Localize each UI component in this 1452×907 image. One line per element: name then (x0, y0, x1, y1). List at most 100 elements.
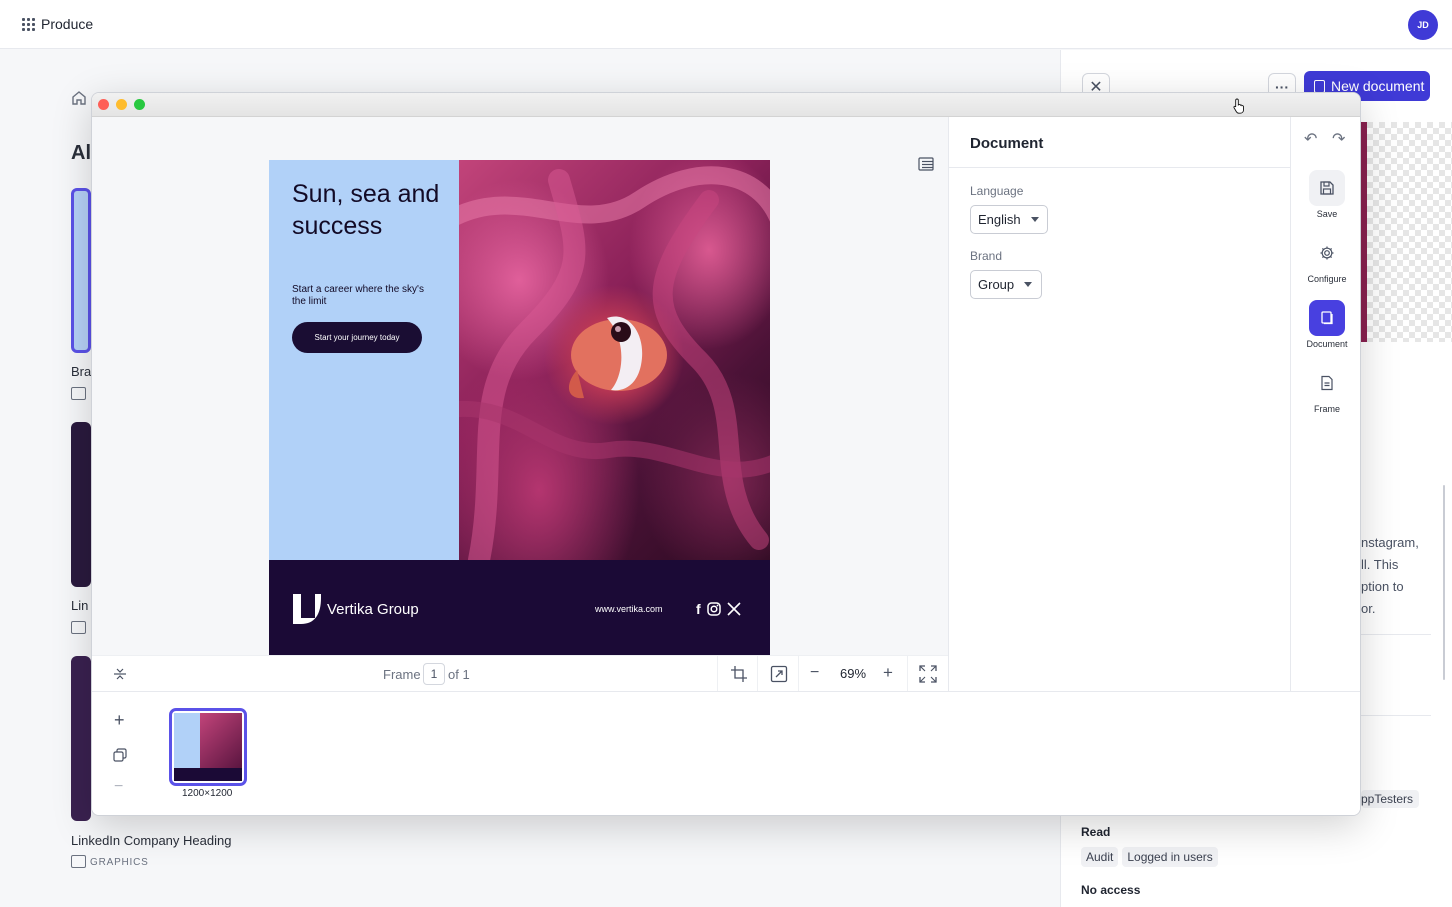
language-label: Language (970, 184, 1024, 198)
design-brand-name[interactable]: Vertika Group (327, 601, 419, 618)
design-headline[interactable]: Sun, sea and success (292, 178, 442, 242)
description-line: ption to (1361, 579, 1404, 594)
design-social-icons: f (696, 602, 741, 617)
zoom-out-button[interactable]: − (810, 664, 819, 682)
image-icon (71, 387, 86, 400)
facebook-icon: f (696, 601, 701, 617)
user-avatar[interactable]: JD (1408, 10, 1438, 40)
read-permission-heading: Read (1081, 825, 1111, 839)
app-title: Produce (41, 16, 94, 32)
divider (798, 656, 799, 692)
image-icon (71, 855, 86, 868)
brand-label: Brand (970, 249, 1003, 263)
description-line: ll. This (1361, 557, 1399, 572)
image-icon (71, 621, 86, 634)
asset-card[interactable] (71, 656, 91, 821)
frame-label-rail: Frame (1313, 404, 1340, 414)
add-frame-button[interactable]: + (114, 710, 125, 731)
frame-total-label: of 1 (448, 667, 470, 682)
document-tab-button[interactable]: Document (1291, 300, 1360, 349)
asset-description: nstagram, ll. This ption to or. (1361, 532, 1419, 620)
document-label: Document (1306, 339, 1348, 349)
window-maximize-button[interactable] (134, 99, 145, 110)
chevron-down-icon (1030, 217, 1039, 222)
permission-tag: Logged in users (1122, 847, 1218, 867)
duplicate-frame-icon[interactable] (113, 748, 127, 762)
design-text-panel: Sun, sea and success Start a career wher… (269, 160, 459, 560)
frame-tab-button[interactable]: Frame (1291, 365, 1360, 414)
divider (757, 656, 758, 692)
resize-icon[interactable] (770, 665, 788, 683)
read-permission-tags: Audit Logged in users (1081, 847, 1218, 867)
gear-icon (1320, 246, 1334, 260)
crop-icon[interactable] (730, 665, 748, 683)
save-icon (1320, 181, 1334, 195)
design-footer: Vertika Group www.vertika.com f (269, 560, 770, 661)
configure-button[interactable]: Configure (1291, 235, 1360, 284)
brand-value: Group (978, 277, 1015, 292)
scrollbar[interactable] (1443, 485, 1445, 680)
asset-card-label: LinkedIn Company Heading (71, 833, 232, 848)
divider (907, 656, 908, 692)
document-icon (1321, 311, 1333, 325)
divider (1361, 715, 1431, 716)
asset-card[interactable] (71, 422, 91, 587)
design-subline[interactable]: Start a career where the sky's the limit (292, 284, 432, 308)
save-label: Save (1316, 209, 1338, 219)
remove-frame-button[interactable]: − (114, 778, 123, 796)
document-icon (1314, 79, 1325, 93)
apps-grid-icon[interactable] (22, 18, 35, 31)
frame-size-label: 1200×1200 (182, 788, 233, 799)
layers-icon[interactable] (918, 157, 934, 171)
undo-icon[interactable]: ↶ (1304, 129, 1317, 149)
asset-type-label: GRAPHICS (90, 857, 149, 868)
vertika-logo-icon (293, 594, 321, 624)
redo-icon[interactable]: ↷ (1332, 129, 1345, 149)
canvas-toolbar: Frame 1 of 1 − 69% + (92, 655, 948, 692)
frame-label: Frame (383, 667, 421, 682)
frame-thumbnail[interactable] (169, 708, 247, 786)
frame-number-input[interactable]: 1 (423, 663, 445, 685)
divider (717, 656, 718, 692)
configure-label: Configure (1307, 274, 1347, 284)
description-line: nstagram, (1361, 535, 1419, 550)
home-icon[interactable] (71, 90, 87, 106)
language-value: English (978, 212, 1021, 227)
page-heading: Al (71, 142, 91, 164)
description-line: or. (1361, 601, 1376, 616)
window-titlebar (92, 93, 1360, 117)
hand-cursor-icon (1233, 98, 1244, 114)
permission-tag: Audit (1081, 847, 1119, 867)
editor-window: Sun, sea and success Start a career wher… (91, 92, 1361, 816)
brand-select[interactable]: Group (970, 270, 1042, 299)
panel-title: Document (970, 135, 1044, 152)
design-website[interactable]: www.vertika.com (595, 604, 663, 614)
editor-side-rail: ↶ ↷ Save Configure Document Frame (1290, 117, 1360, 691)
document-panel: Document Language English Brand Group (948, 117, 1291, 691)
asset-preview (1361, 122, 1452, 342)
divider (949, 167, 1291, 168)
design-frame[interactable]: Sun, sea and success Start a career wher… (269, 160, 770, 661)
fit-height-icon[interactable] (112, 666, 128, 682)
frame-icon (1321, 375, 1333, 391)
divider (1361, 634, 1431, 635)
asset-card[interactable] (71, 188, 91, 353)
top-bar: Produce JD (0, 0, 1452, 49)
language-select[interactable]: English (970, 205, 1048, 234)
instagram-icon (706, 602, 721, 616)
frames-strip: + − 1200×1200 (92, 691, 1360, 815)
asset-card-label: Bra (71, 364, 92, 379)
x-icon (727, 602, 741, 616)
permission-tag: ppTesters (1361, 790, 1420, 808)
no-access-heading: No access (1081, 883, 1141, 897)
zoom-in-button[interactable]: + (883, 663, 893, 683)
save-button[interactable]: Save (1291, 170, 1360, 219)
chevron-down-icon (1024, 282, 1033, 287)
window-minimize-button[interactable] (116, 99, 127, 110)
design-cta-button[interactable]: Start your journey today (292, 322, 422, 353)
design-photo-clownfish[interactable] (459, 160, 770, 560)
fullscreen-icon[interactable] (919, 665, 937, 683)
zoom-level[interactable]: 69% (840, 666, 866, 681)
design-canvas: Sun, sea and success Start a career wher… (92, 117, 948, 690)
window-close-button[interactable] (98, 99, 109, 110)
